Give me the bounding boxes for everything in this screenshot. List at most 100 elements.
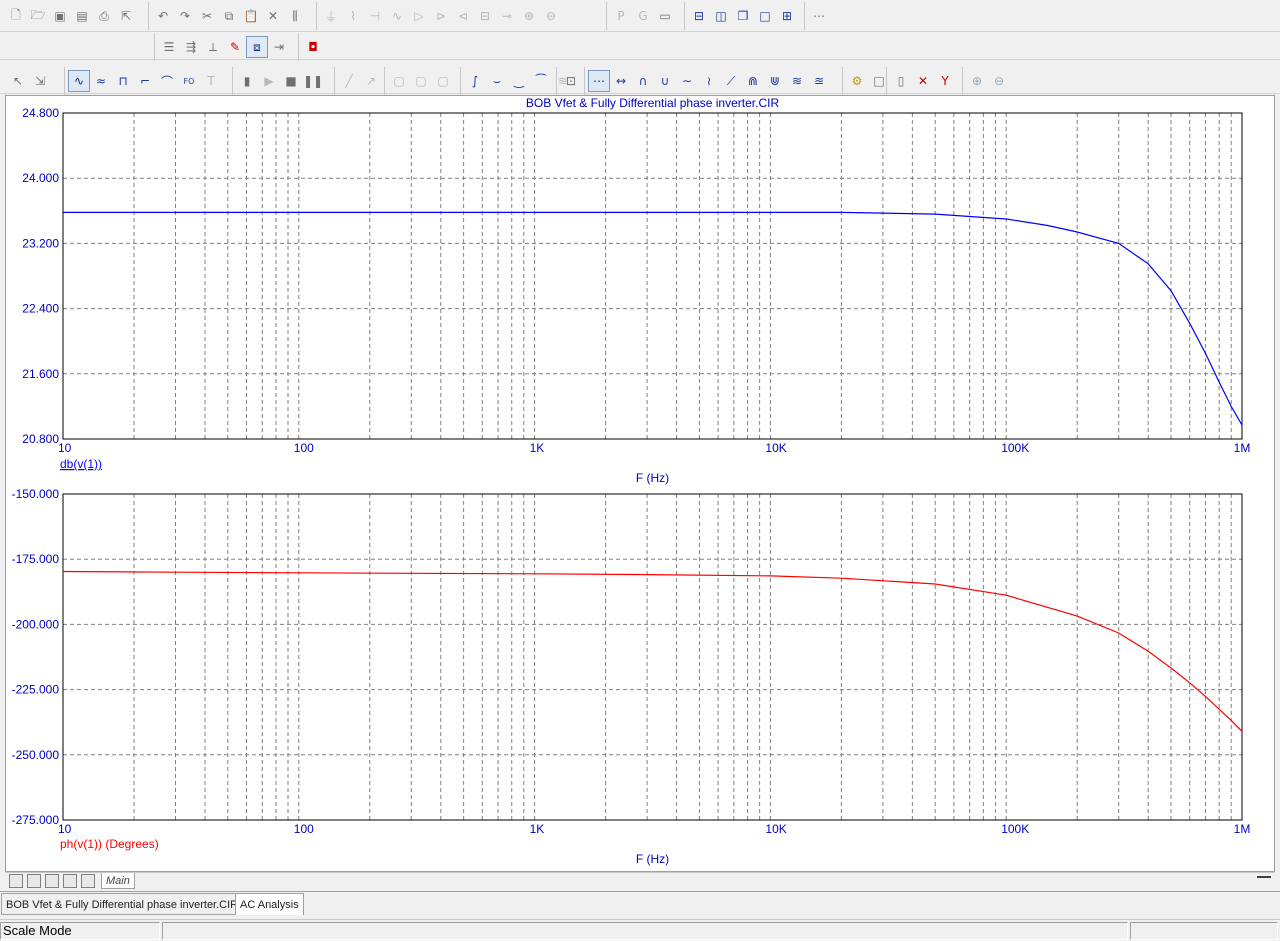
hump-icon[interactable]: ⋒ [742, 70, 764, 92]
x-cursor-icon[interactable]: ✕ [912, 70, 934, 92]
y-cursor-icon[interactable]: Y [934, 70, 956, 92]
stop-run-icon[interactable]: ■ [280, 70, 302, 92]
peak-icon[interactable]: ∩ [632, 70, 654, 92]
dot-line2-icon[interactable]: ↔ [610, 70, 632, 92]
wave-icon[interactable]: ∼ [676, 70, 698, 92]
new-file-icon[interactable]: 🗋 [5, 5, 27, 27]
save-as-icon[interactable]: ▤ [71, 5, 93, 27]
stack-icon[interactable]: ≋ [786, 70, 808, 92]
resistor-icon[interactable]: ⌇ [342, 5, 364, 27]
scale-icon[interactable]: ⟂ [202, 36, 224, 58]
cascade-icon[interactable]: ❐ [732, 5, 754, 27]
y-tick-label: -225.000 [12, 683, 60, 697]
cursor-icon[interactable]: ⚙ [846, 70, 868, 92]
wave2-icon[interactable]: ≀ [698, 70, 720, 92]
delete-icon[interactable]: ✕ [262, 5, 284, 27]
dot-line-icon[interactable]: ⋯ [588, 70, 610, 92]
y-tick-label: 24.000 [22, 171, 59, 185]
select-all-icon[interactable]: ⫼ [284, 5, 306, 27]
ruler-icon[interactable]: ⋯ [808, 5, 830, 27]
capacitor-icon[interactable]: ⊣ [364, 5, 386, 27]
bar-icon[interactable]: ▮ [236, 70, 258, 92]
battery-icon[interactable]: ⊟ [474, 5, 496, 27]
curve2-icon[interactable]: ⌣ [486, 70, 508, 92]
curve3-icon[interactable]: ‿ [508, 70, 530, 92]
opamp-icon[interactable]: ⊲ [452, 5, 474, 27]
copy-window-icon[interactable]: ⇥ [268, 36, 290, 58]
curve1-icon[interactable]: ∫ [464, 70, 486, 92]
clock-icon[interactable]: ⌒ [156, 70, 178, 92]
paste-icon[interactable]: 📋 [240, 5, 262, 27]
pointer-group: ↖ ⇲ [4, 67, 51, 95]
pen-icon[interactable]: ✎ [224, 36, 246, 58]
first-page-button[interactable] [9, 874, 23, 888]
plot-frame [62, 112, 1243, 440]
waveform-icon[interactable]: ∿ [68, 70, 90, 92]
undo-icon[interactable]: ↶ [152, 5, 174, 27]
line-icon[interactable]: ╱ [338, 70, 360, 92]
slope-icon[interactable]: ⟋ [720, 70, 742, 92]
text-icon[interactable]: T [200, 70, 222, 92]
step-icon[interactable]: ⌐ [134, 70, 156, 92]
plot-canvas[interactable]: BOB Vfet & Fully Differential phase inve… [6, 96, 1274, 871]
npn-icon[interactable]: ⊳ [430, 5, 452, 27]
tile-vertical-icon[interactable]: ◫ [710, 5, 732, 27]
pulse-icon[interactable]: ⊓ [112, 70, 134, 92]
sine-icon[interactable]: ≈ [90, 70, 112, 92]
diode-icon[interactable]: ▷ [408, 5, 430, 27]
fo-label-icon[interactable]: FO [178, 70, 200, 92]
maximize-icon[interactable]: □ [754, 5, 776, 27]
secondary-toolbar: ☰ ⇶ ⟂ ✎ ⧈ ⇥ ◘ [0, 32, 1280, 61]
box1-icon[interactable]: ▢ [388, 70, 410, 92]
redo-icon[interactable]: ↷ [174, 5, 196, 27]
page-button[interactable] [81, 874, 95, 888]
ground-icon[interactable]: ⏚ [320, 5, 342, 27]
valley-icon[interactable]: ∪ [654, 70, 676, 92]
switch-icon[interactable]: ⊸ [496, 5, 518, 27]
copy-icon[interactable]: ⧉ [218, 5, 240, 27]
scope-icon[interactable]: ⊡ [560, 70, 582, 92]
run-icon[interactable]: ▶ [258, 70, 280, 92]
analysis-plot-area[interactable]: BOB Vfet & Fully Differential phase inve… [5, 95, 1275, 872]
pointer-icon[interactable]: ↖ [7, 70, 29, 92]
cut-icon[interactable]: ✂ [196, 5, 218, 27]
box2-icon[interactable]: ▢ [410, 70, 432, 92]
tab-circuit-file[interactable]: BOB Vfet & Fully Differential phase inve… [1, 893, 244, 915]
stack2-icon[interactable]: ≊ [808, 70, 830, 92]
arrow-icon[interactable]: ↗ [360, 70, 382, 92]
window-icon[interactable]: ▭ [654, 5, 676, 27]
zoom-out-icon[interactable]: ⊖ [988, 70, 1010, 92]
tab-ac-analysis[interactable]: AC Analysis [235, 893, 304, 915]
box3-icon[interactable]: ▢ [432, 70, 454, 92]
cursor-box-icon[interactable]: ▯ [890, 70, 912, 92]
curve4-icon[interactable]: ⁀ [530, 70, 552, 92]
x-tick-label: 1K [530, 441, 545, 455]
save-icon[interactable]: ▣ [49, 5, 71, 27]
current-source-icon[interactable]: ⊕ [518, 5, 540, 27]
prev-page-button[interactable] [27, 874, 41, 888]
page-p-icon[interactable]: P [610, 5, 632, 27]
analysis-window-icon[interactable]: ⧈ [246, 36, 268, 58]
inductor-icon[interactable]: ∿ [386, 5, 408, 27]
component-list-icon[interactable]: ☰ [158, 36, 180, 58]
export-icon[interactable]: ⇱ [115, 5, 137, 27]
grid-g-icon[interactable]: G [632, 5, 654, 27]
horizontal-scrollbar[interactable]: Main [5, 872, 1275, 890]
print-icon[interactable]: ⎙ [93, 5, 115, 27]
open-folder-icon[interactable]: 🗁 [27, 5, 49, 27]
stop-icon[interactable]: ◘ [302, 36, 324, 58]
scroll-handle[interactable] [1257, 876, 1271, 878]
tab-main[interactable]: Main [101, 873, 135, 889]
pause-icon[interactable]: ❚❚ [302, 70, 324, 92]
last-page-button[interactable] [63, 874, 77, 888]
align-icon[interactable]: ⇶ [180, 36, 202, 58]
voltage-source-icon[interactable]: ⊖ [540, 5, 562, 27]
status-extra [1130, 922, 1278, 940]
zoom-in-icon[interactable]: ⊕ [966, 70, 988, 92]
series-line [63, 211, 1243, 426]
hump2-icon[interactable]: ⋓ [764, 70, 786, 92]
select-icon[interactable]: ⇲ [29, 70, 51, 92]
split-icon[interactable]: ⊞ [776, 5, 798, 27]
next-page-button[interactable] [45, 874, 59, 888]
tile-horizontal-icon[interactable]: ⊟ [688, 5, 710, 27]
